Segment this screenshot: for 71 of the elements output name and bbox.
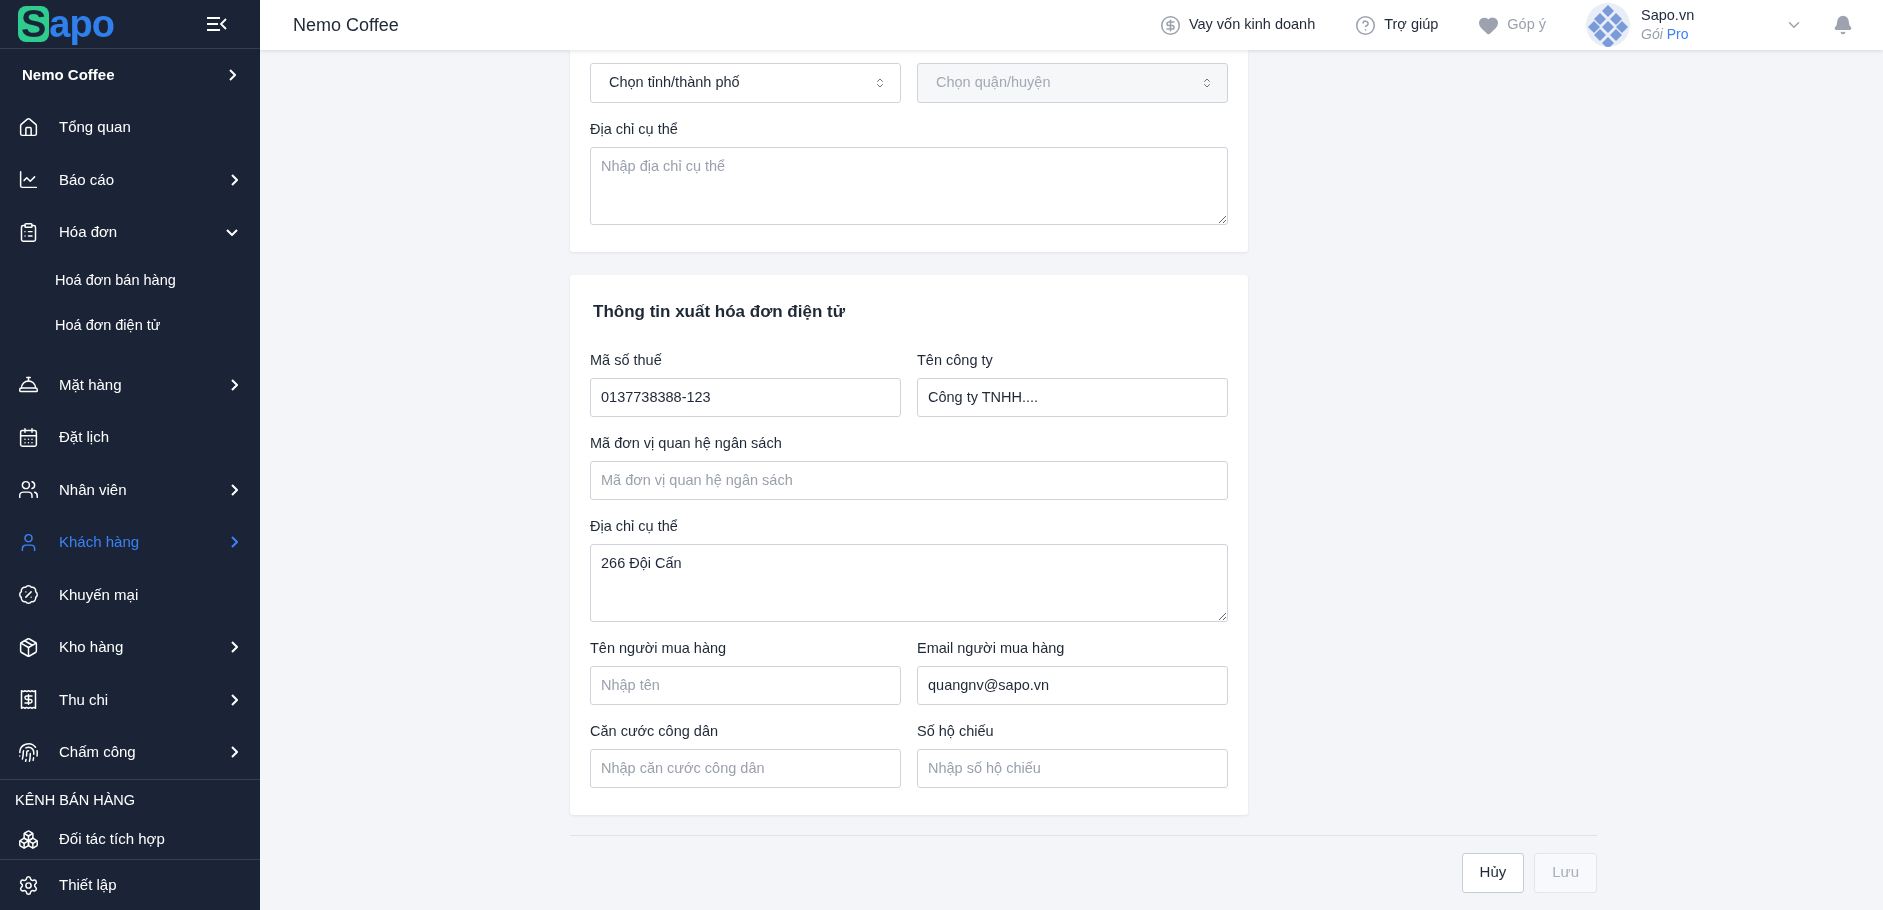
account-menu[interactable]: Sapo.vn Gói Pro <box>1586 3 1803 47</box>
sidebar-item[interactable]: Thiết lập <box>0 859 260 910</box>
input-field[interactable]: 0137738388-123 <box>590 377 901 417</box>
sort-caret-icon <box>1201 77 1213 89</box>
field-label: Email người mua hàng <box>917 638 1066 657</box>
fingerprint-icon <box>18 741 39 763</box>
select-field[interactable]: Chọn tỉnh/thành phố <box>590 63 901 103</box>
sidebar-item[interactable]: Chấm công <box>0 726 260 779</box>
page-title: Nemo Coffee <box>293 13 400 37</box>
box-icon <box>18 636 39 658</box>
collapse-menu-icon[interactable] <box>206 16 228 32</box>
sort-caret-icon <box>874 77 886 89</box>
sidebar-item[interactable]: Đối tác tích hợp <box>0 821 260 858</box>
calendar-icon <box>18 426 39 448</box>
input-field[interactable]: Công ty TNHH.... <box>917 377 1228 417</box>
chevron-right-icon <box>231 693 238 706</box>
sidebar-item[interactable]: Nhân viên <box>0 463 260 516</box>
chevron-right-icon <box>231 483 238 496</box>
dollar-icon <box>1159 14 1181 36</box>
receipt-icon <box>18 689 39 711</box>
bell-icon[interactable] <box>1833 15 1853 35</box>
card-title: Thông tin xuất hóa đơn điện tử <box>593 301 846 323</box>
sidebar-item[interactable]: Mặt hàng <box>0 358 260 411</box>
field-label: Căn cước công dân <box>590 721 720 740</box>
header-link[interactable]: Vay vốn kinh doanh <box>1159 14 1316 36</box>
sidebar-subitem[interactable]: Hoá đơn điện tử <box>0 303 260 349</box>
cancel-button[interactable]: Hủy <box>1461 852 1525 893</box>
chevron-right-icon <box>231 641 238 654</box>
field-label: Tên công ty <box>917 350 994 369</box>
section-title: KÊNH BÁN HÀNG <box>14 790 137 810</box>
chevron-right-icon <box>231 536 238 549</box>
plan-label: Gói Pro <box>1641 25 1690 44</box>
users-icon <box>18 479 39 501</box>
input-field[interactable]: Nhập số hộ chiếu <box>917 748 1228 788</box>
sidebar-item[interactable]: Thu chi <box>0 673 260 726</box>
help-icon <box>1355 14 1377 36</box>
home-icon <box>18 116 39 138</box>
sidebar-item[interactable]: Tổng quan <box>0 101 260 154</box>
field-label: Địa chỉ cụ thể <box>590 516 679 535</box>
avatar-icon <box>1586 3 1630 47</box>
chevron-down-icon <box>226 228 238 236</box>
account-name: Sapo.vn <box>1641 6 1696 25</box>
field-label: Tên người mua hàng <box>590 638 728 657</box>
field-label: Mã đơn vị quan hệ ngân sách <box>590 433 783 452</box>
chevron-right-icon <box>229 69 236 81</box>
line-chart-icon <box>18 169 39 191</box>
address-textarea[interactable]: 266 Đội Cấn <box>590 543 1228 622</box>
sidebar-item[interactable]: Đặt lịch <box>0 411 260 464</box>
input-field[interactable]: Nhập tên <box>590 665 901 705</box>
chevron-right-icon <box>231 746 238 759</box>
sidebar-item[interactable]: Báo cáo <box>0 153 260 206</box>
sidebar-subitem[interactable]: Hoá đơn bán hàng <box>0 258 260 304</box>
sidebar-item[interactable]: Kho hàng <box>0 621 260 674</box>
input-field[interactable]: quangnv@sapo.vn <box>917 665 1228 705</box>
address-textarea[interactable]: Nhập địa chỉ cụ thể <box>590 147 1228 225</box>
input-field[interactable]: Mã đơn vị quan hệ ngân sách <box>590 460 1228 500</box>
sidebar-item[interactable]: Khuyến mại <box>0 568 260 621</box>
field-label: Địa chỉ cụ thể <box>590 120 679 138</box>
clipboard-icon <box>18 221 39 243</box>
input-field[interactable]: Nhập căn cước công dân <box>590 748 901 788</box>
settings-icon <box>18 874 39 896</box>
header-link[interactable]: Trợ giúp <box>1355 14 1439 36</box>
field-label: Số hộ chiếu <box>917 721 995 740</box>
sidebar-item[interactable]: Hóa đơn <box>0 206 260 259</box>
chevron-right-icon <box>231 173 238 186</box>
store-switcher[interactable]: Nemo Coffee <box>0 49 260 101</box>
chevron-right-icon <box>231 378 238 391</box>
field-label: Mã số thuế <box>590 350 663 369</box>
percent-badge-icon <box>18 584 39 606</box>
logo: Sapo <box>18 5 115 43</box>
boxes-icon <box>18 829 39 850</box>
